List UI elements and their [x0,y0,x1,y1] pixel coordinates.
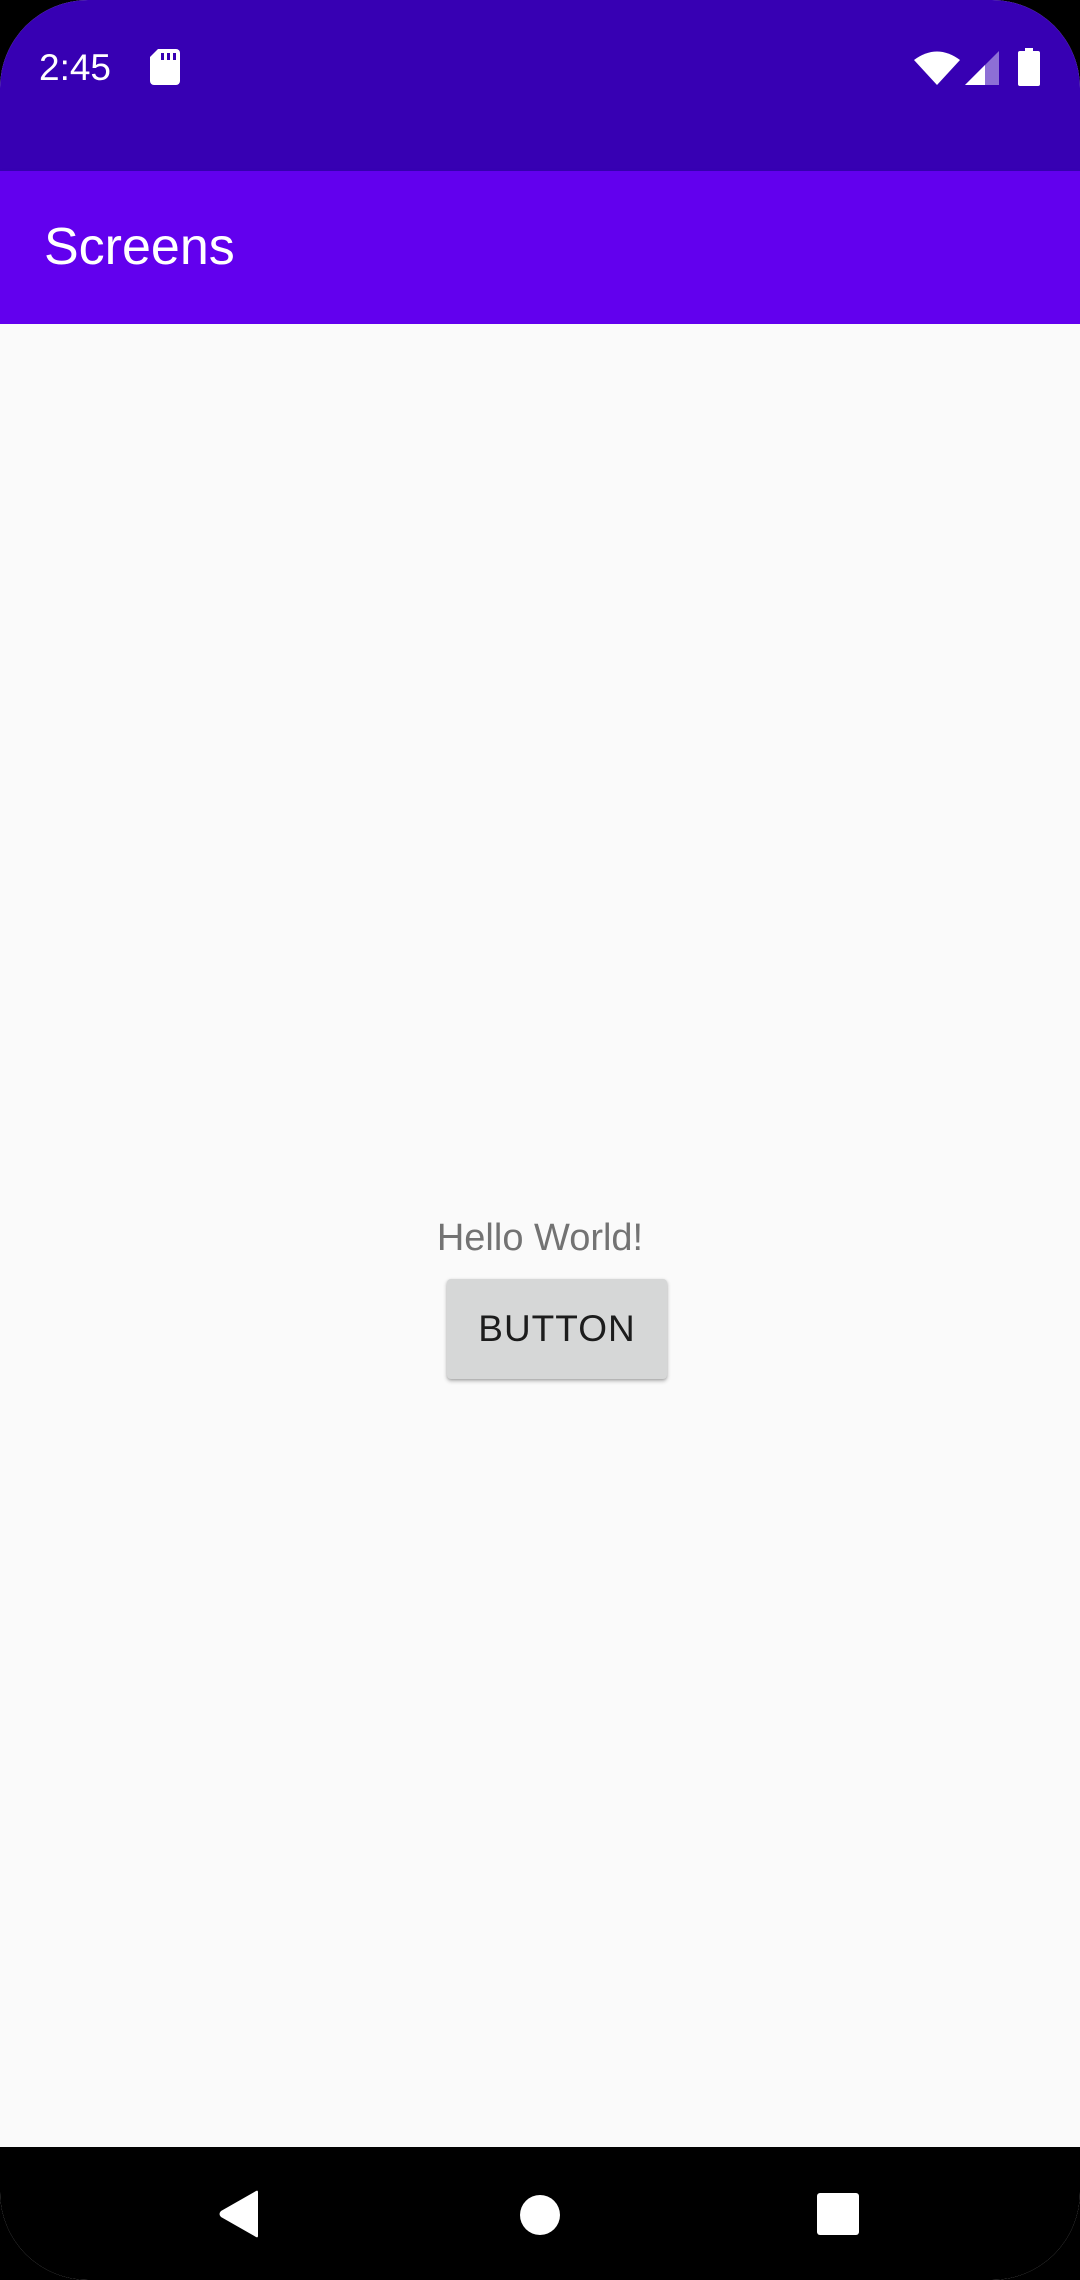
back-icon[interactable] [218,2190,260,2238]
status-time: 2:45 [39,47,112,88]
app-title: Screens [44,218,235,276]
battery-icon [1018,48,1040,86]
hello-text: Hello World! [436,1217,644,1259]
wifi-icon [914,51,960,85]
app-bar: Screens [0,171,1080,324]
sd-card-icon [150,49,180,85]
status-bar: 2:45 [0,0,1080,171]
recents-icon[interactable] [817,2193,859,2235]
home-icon[interactable] [520,2195,560,2235]
cellular-signal-icon [965,51,999,85]
phone-screen: 2:45 Screens Hello World! BUTTON [0,0,1080,2280]
main-button[interactable]: BUTTON [447,1279,667,1379]
